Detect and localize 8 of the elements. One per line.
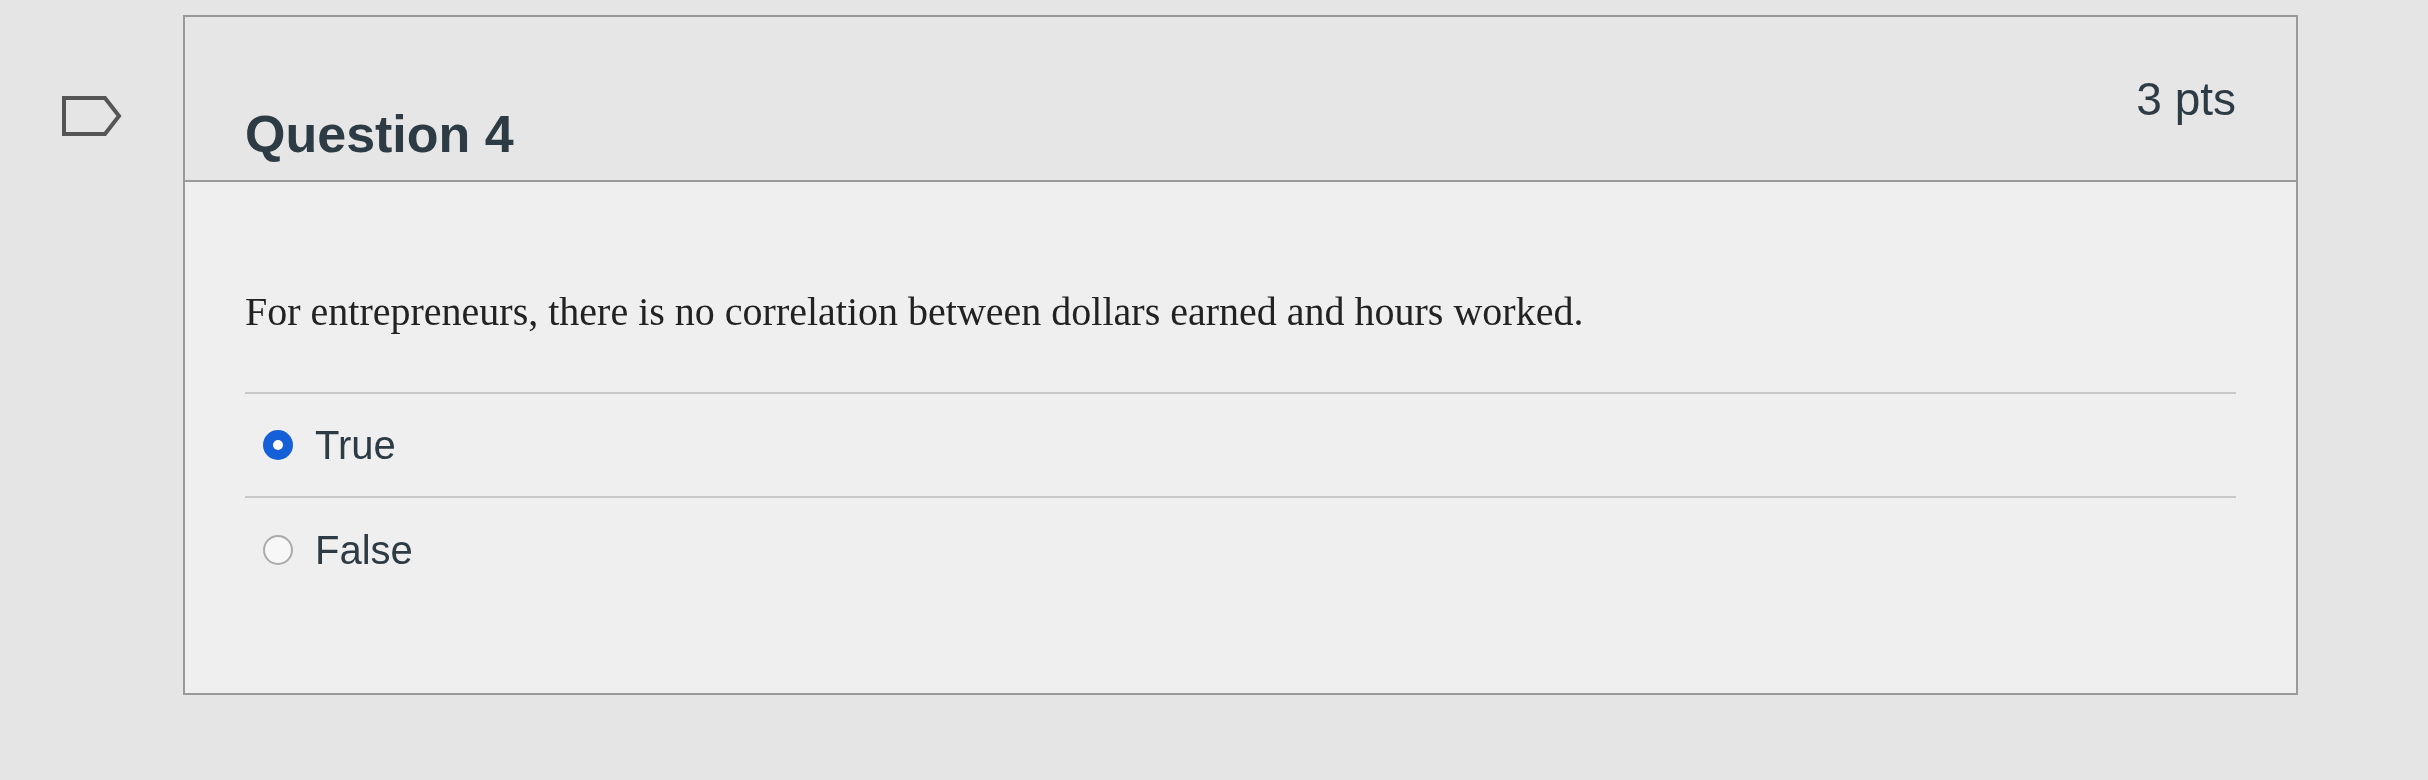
flag-icon[interactable] [60,95,123,137]
option-label: False [315,527,413,574]
radio-button[interactable] [263,430,293,460]
option-label: True [315,422,396,469]
radio-button[interactable] [263,535,293,565]
points-label: 3 pts [2136,72,2236,127]
question-text: For entrepreneurs, there is no correlation between dollars earned and hours worked. [245,288,1585,336]
question-title: Question 4 [245,104,514,165]
